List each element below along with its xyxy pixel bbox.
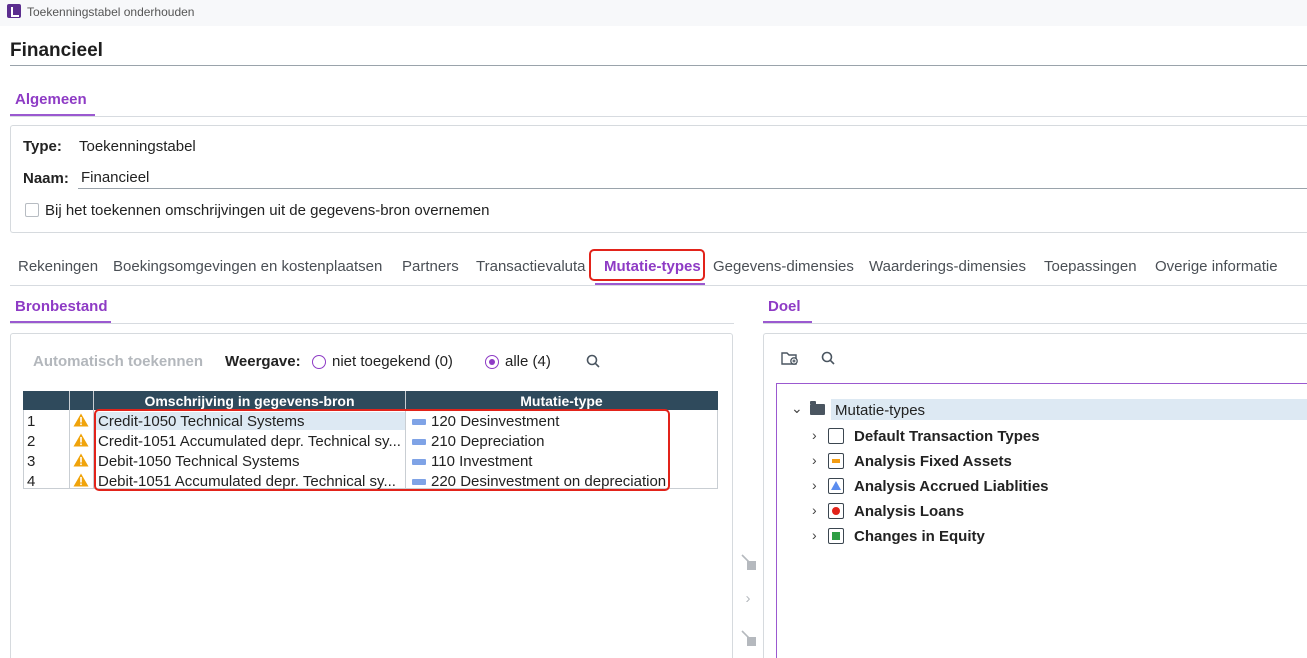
row-number: 3	[27, 453, 36, 470]
chevron-right-icon[interactable]: ›	[736, 587, 760, 611]
search-icon[interactable]	[821, 351, 835, 365]
warning-icon	[73, 473, 89, 487]
row-number: 4	[27, 473, 36, 490]
warning-icon	[73, 433, 89, 447]
tree-node-label[interactable]: Analysis Accrued Liablities	[854, 478, 1049, 495]
type-value: Toekenningstabel	[79, 138, 196, 155]
tab-algemeen[interactable]: Algemeen	[15, 91, 87, 108]
green-square-icon	[828, 528, 844, 544]
chevron-right-icon[interactable]: ›	[812, 452, 817, 468]
tree-node-label[interactable]: Changes in Equity	[854, 528, 985, 545]
radio-alle[interactable]	[485, 355, 499, 369]
tab-waarderings-dimensies[interactable]: Waarderings-dimensies	[869, 258, 1026, 275]
page-title: Financieel	[10, 40, 103, 61]
highlight-box	[94, 409, 670, 491]
row-number: 1	[27, 413, 36, 430]
tab-doel[interactable]: Doel	[768, 298, 801, 315]
tab-transactievaluta[interactable]: Transactievaluta	[476, 258, 586, 275]
chevron-right-icon[interactable]: ›	[812, 477, 817, 493]
red-dot-icon	[828, 503, 844, 519]
highlight-box	[589, 249, 705, 281]
column-header-mutatie-type[interactable]: Mutatie-type	[406, 393, 717, 409]
orange-bar-icon	[828, 453, 844, 469]
tab-toepassingen[interactable]: Toepassingen	[1044, 258, 1137, 275]
folder-icon	[810, 401, 825, 415]
chevron-right-icon[interactable]: ›	[812, 502, 817, 518]
add-folder-icon[interactable]	[781, 350, 799, 366]
radio-niet-toegekend-label[interactable]: niet toegekend (0)	[332, 353, 453, 370]
search-icon[interactable]	[586, 354, 600, 368]
app-logo-icon	[7, 4, 21, 18]
column-separator	[69, 391, 70, 489]
radio-niet-toegekend[interactable]	[312, 355, 326, 369]
chevron-right-icon[interactable]: ›	[812, 427, 817, 443]
tab-overige-informatie[interactable]: Overige informatie	[1155, 258, 1278, 275]
row-number: 2	[27, 433, 36, 450]
divider	[10, 116, 1307, 117]
tree-node-label[interactable]: Analysis Loans	[854, 503, 964, 520]
divider	[10, 65, 1307, 66]
chevron-down-icon[interactable]: ⌄	[791, 400, 803, 417]
tab-boekingsomgevingen[interactable]: Boekingsomgevingen en kostenplaatsen	[113, 258, 382, 275]
tab-partners[interactable]: Partners	[402, 258, 459, 275]
tree-root-label[interactable]: Mutatie-types	[835, 402, 925, 419]
type-label: Type:	[23, 138, 62, 155]
column-header-omschrijving[interactable]: Omschrijving in gegevens-bron	[94, 393, 405, 409]
naam-input[interactable]: Financieel	[78, 167, 1307, 189]
title-bar	[0, 0, 1307, 26]
divider	[763, 323, 1307, 324]
auto-assign-button[interactable]: Automatisch toekennen	[33, 353, 203, 370]
source-panel	[10, 333, 733, 658]
overnemen-checkbox[interactable]	[25, 203, 39, 217]
chevron-right-icon[interactable]: ›	[812, 527, 817, 543]
warning-icon	[73, 413, 89, 427]
tab-rekeningen[interactable]: Rekeningen	[18, 258, 98, 275]
divider	[10, 323, 734, 324]
window-title: Toekenningstabel onderhouden	[27, 5, 195, 19]
blue-triangle-icon	[828, 478, 844, 494]
naam-label: Naam:	[23, 170, 69, 187]
empty-box-icon	[828, 428, 844, 444]
clear-assignment-icon[interactable]	[736, 550, 760, 574]
tree-node-label[interactable]: Analysis Fixed Assets	[854, 453, 1012, 470]
tree-node-label[interactable]: Default Transaction Types	[854, 428, 1040, 445]
radio-alle-label[interactable]: alle (4)	[505, 353, 551, 370]
clear-assignment-icon[interactable]	[736, 626, 760, 650]
warning-icon	[73, 453, 89, 467]
weergave-label: Weergave:	[225, 353, 301, 370]
overnemen-checkbox-label[interactable]: Bij het toekennen omschrijvingen uit de …	[45, 202, 489, 219]
tab-gegevens-dimensies[interactable]: Gegevens-dimensies	[713, 258, 854, 275]
divider	[10, 285, 1307, 286]
mutatie-types-tree	[776, 383, 1307, 658]
tab-bronbestand[interactable]: Bronbestand	[15, 298, 108, 315]
